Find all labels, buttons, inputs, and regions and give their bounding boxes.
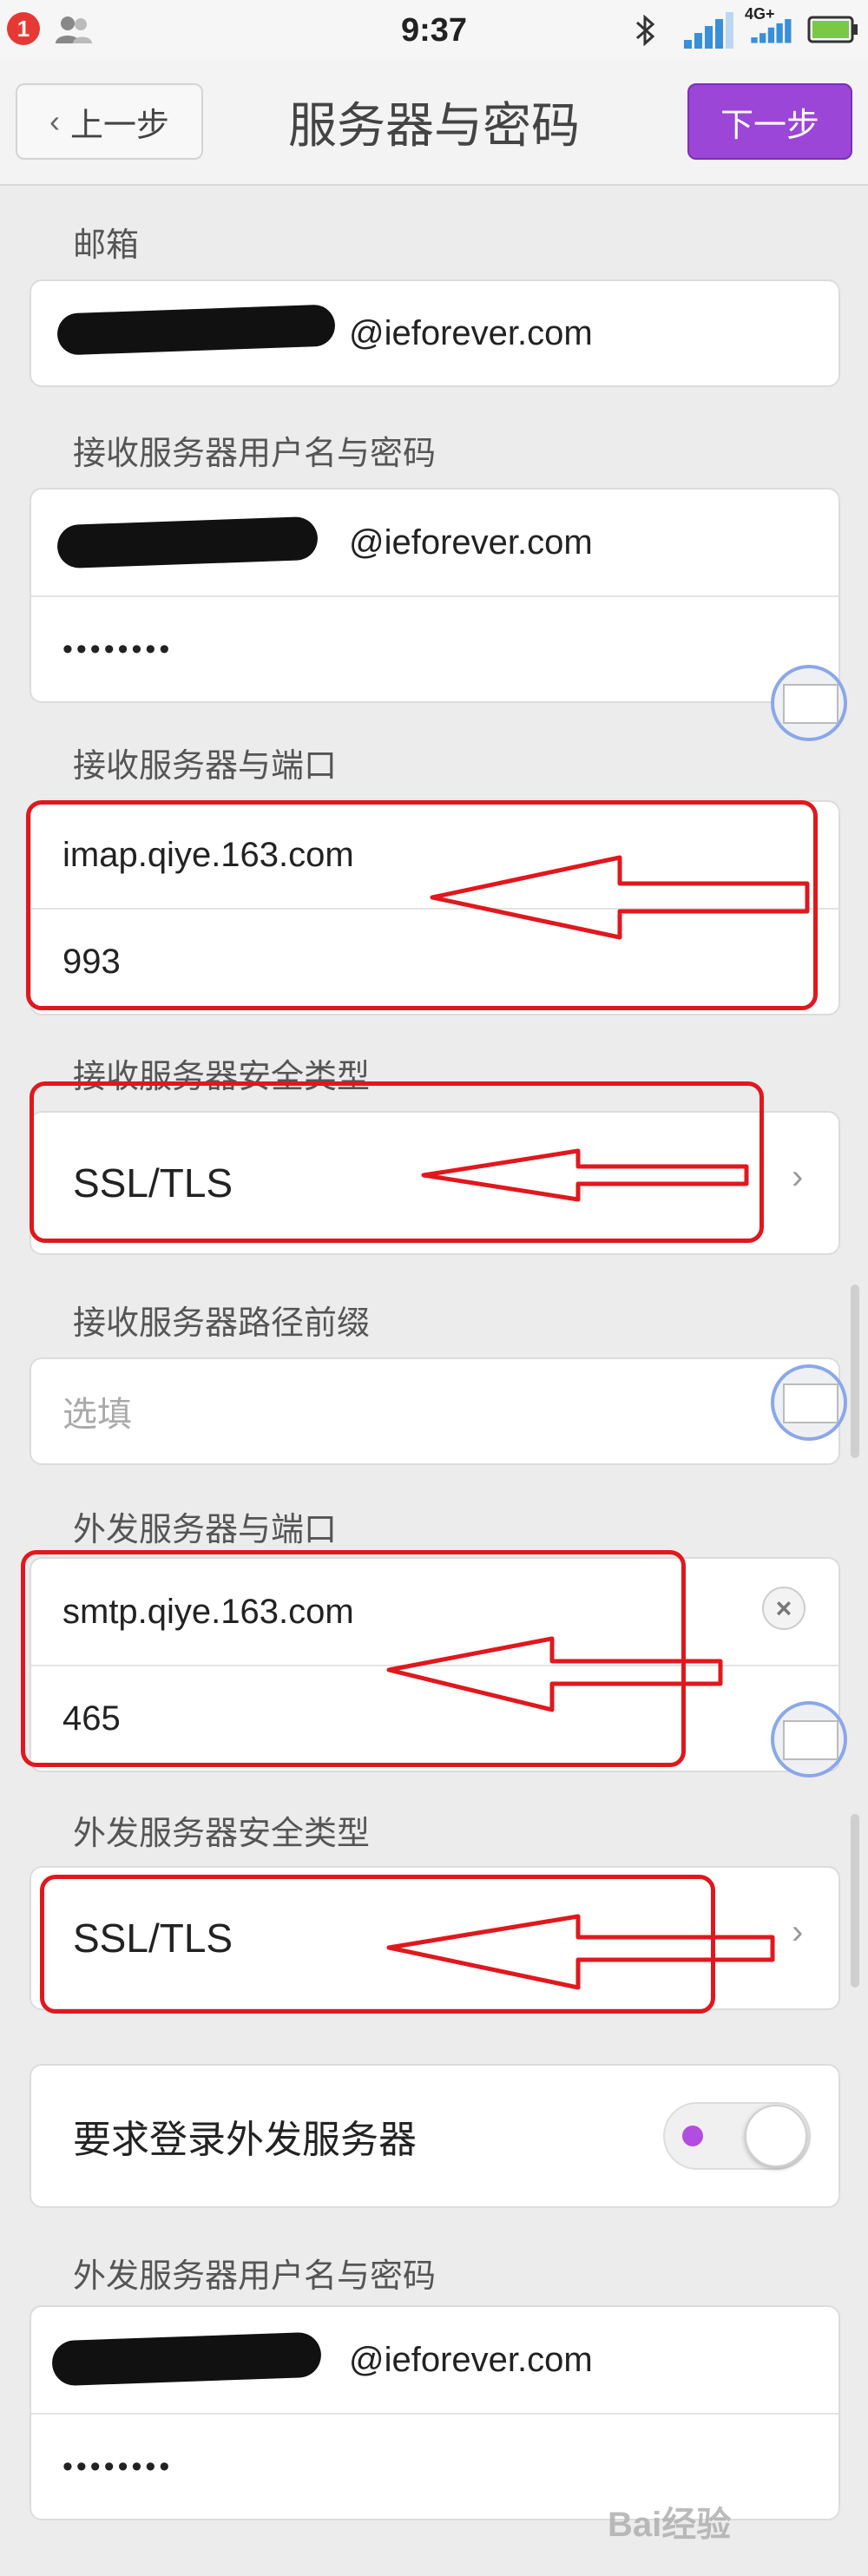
annotation-arrow-icon: [386, 1636, 723, 1712]
outgoing-credentials-label: 外发服务器用户名与密码: [73, 2258, 437, 2295]
incoming-password-field[interactable]: ••••••••: [31, 597, 838, 701]
signal-strength-icon: [684, 12, 733, 49]
annotation-arrow-icon: [430, 855, 810, 940]
back-button[interactable]: ‹ 上一步: [16, 83, 203, 160]
outgoing-server-label: 外发服务器与端口: [73, 1512, 338, 1548]
battery-icon: [807, 16, 858, 43]
incoming-server-label: 接收服务器与端口: [73, 748, 338, 785]
floating-assistant-bubble[interactable]: [771, 1701, 847, 1778]
clear-input-button[interactable]: ×: [762, 1587, 806, 1630]
floating-assistant-bubble[interactable]: [771, 1364, 847, 1441]
toggle-knob: [745, 2105, 807, 2167]
chevron-right-icon: ›: [792, 1913, 804, 1951]
next-button[interactable]: 下一步: [687, 83, 852, 160]
back-button-label: 上一步: [69, 107, 169, 144]
require-login-card: 要求登录外发服务器: [30, 2064, 840, 2208]
incoming-password-value: ••••••••: [62, 632, 174, 666]
incoming-path-prefix-placeholder: 选填: [62, 1396, 132, 1434]
incoming-credentials-label: 接收服务器用户名与密码: [73, 436, 437, 472]
watermark-text: Bai经验: [608, 2506, 732, 2544]
chevron-left-icon: ‹: [49, 103, 60, 139]
redaction-mark: [51, 2331, 322, 2387]
page-title: 服务器与密码: [288, 98, 580, 153]
floating-assistant-bubble[interactable]: [771, 665, 847, 741]
redaction-mark: [56, 516, 319, 569]
status-time: 9:37: [400, 12, 468, 49]
require-login-toggle[interactable]: [663, 2102, 811, 2170]
notification-badge: 1: [7, 12, 40, 45]
incoming-path-prefix-card: 选填: [30, 1357, 840, 1465]
incoming-username-value: @ieforever.com: [349, 522, 593, 562]
email-value: @ieforever.com: [349, 313, 593, 352]
outgoing-username-value: @ieforever.com: [349, 2340, 593, 2379]
email-label: 邮箱: [73, 227, 140, 264]
signal-strength-4g-icon: [751, 19, 792, 43]
watermark: Bai经验: [608, 2482, 859, 2560]
contacts-icon: [56, 16, 92, 43]
incoming-path-prefix-label: 接收服务器路径前缀: [73, 1305, 371, 1342]
require-login-label: 要求登录外发服务器: [73, 2119, 417, 2161]
incoming-path-prefix-input[interactable]: 选填: [31, 1359, 838, 1463]
scrollbar-thumb[interactable]: [851, 1814, 859, 1988]
bluetooth-icon: [636, 14, 655, 47]
toggle-indicator: [682, 2126, 703, 2146]
chevron-right-icon: ›: [792, 1158, 804, 1196]
outgoing-password-value: ••••••••: [62, 2449, 174, 2483]
annotation-arrow-icon: [386, 1914, 775, 1990]
outgoing-security-label: 外发服务器安全类型: [73, 1816, 371, 1852]
annotation-arrow-icon: [421, 1148, 749, 1202]
incoming-credentials-card: @ieforever.com ••••••••: [30, 488, 840, 703]
scrollbar-thumb[interactable]: [851, 1285, 859, 1458]
